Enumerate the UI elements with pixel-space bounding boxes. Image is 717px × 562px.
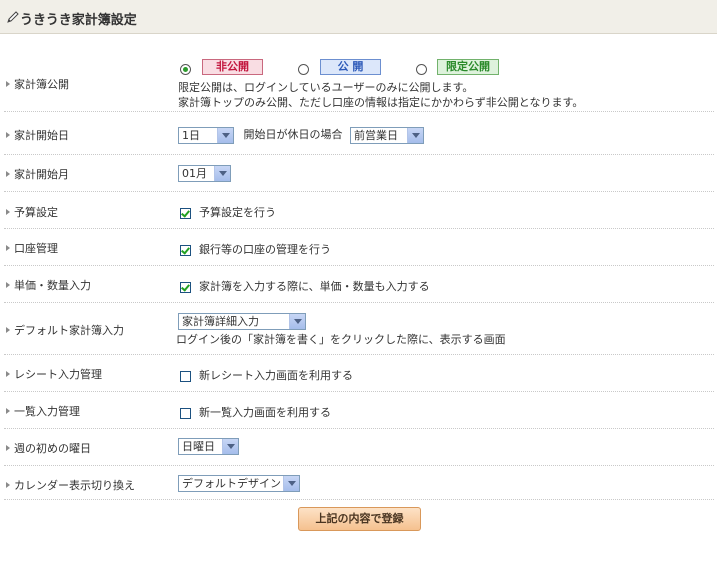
account-label: 口座管理 xyxy=(6,240,58,256)
unit-price-label: 単価・数量入力 xyxy=(6,277,91,293)
triangle-bullet-icon xyxy=(6,81,10,87)
receipt-checkbox-label: 新レシート入力画面を利用する xyxy=(199,369,353,382)
unit-price-row: 単価・数量入力 家計簿を入力する際に、単価・数量も入力する xyxy=(4,266,714,303)
triangle-bullet-icon xyxy=(6,282,10,288)
calendar-select[interactable]: デフォルトデザイン xyxy=(178,475,300,492)
triangle-bullet-icon xyxy=(6,171,10,177)
start-day-select[interactable]: 1日 xyxy=(178,126,234,144)
triangle-bullet-icon xyxy=(6,245,10,251)
chevron-down-icon xyxy=(214,166,230,181)
receipt-label: レシート入力管理 xyxy=(6,366,102,382)
list-input-checkbox[interactable] xyxy=(180,407,191,419)
badge-private[interactable]: 非公開 xyxy=(202,59,263,75)
list-input-row: 一覧入力管理 新一覧入力画面を利用する xyxy=(4,392,714,429)
budget-label: 予算設定 xyxy=(6,204,58,220)
publish-label: 家計簿公開 xyxy=(6,76,69,92)
chevron-down-icon xyxy=(222,439,238,454)
unit-price-checkbox-label: 家計簿を入力する際に、単価・数量も入力する xyxy=(199,280,430,293)
receipt-row: レシート入力管理 新レシート入力画面を利用する xyxy=(4,355,714,392)
account-row: 口座管理 銀行等の口座の管理を行う xyxy=(4,229,714,266)
default-input-description: ログイン後の「家計簿を書く」をクリックした際に、表示する画面 xyxy=(176,333,506,346)
triangle-bullet-icon xyxy=(6,482,10,488)
account-checkbox-label: 銀行等の口座の管理を行う xyxy=(199,243,331,256)
submit-button[interactable]: 上記の内容で登録 xyxy=(298,507,421,531)
unit-price-checkbox[interactable] xyxy=(180,281,191,293)
week-start-row: 週の初めの曜日 日曜日 xyxy=(4,429,714,466)
account-checkbox[interactable] xyxy=(180,244,191,256)
chevron-down-icon xyxy=(217,127,233,143)
chevron-down-icon xyxy=(283,476,299,491)
start-month-row: 家計開始月 01月 xyxy=(4,155,714,192)
radio-public[interactable] xyxy=(298,64,309,75)
list-input-label: 一覧入力管理 xyxy=(6,403,80,419)
holiday-select[interactable]: 前営業日 xyxy=(350,126,424,144)
publish-description-2: 家計簿トップのみ公開、ただし口座の情報は指定にかかわらず非公開となります。 xyxy=(178,96,584,109)
start-day-row: 家計開始日 1日 開始日が休日の場合 前営業日 xyxy=(4,112,714,155)
radio-limited[interactable] xyxy=(416,64,427,75)
badge-public[interactable]: 公 開 xyxy=(320,59,381,75)
start-day-controls: 1日 開始日が休日の場合 前営業日 xyxy=(178,126,424,144)
budget-checkbox[interactable] xyxy=(180,207,191,219)
week-start-select[interactable]: 日曜日 xyxy=(178,438,239,455)
receipt-checkbox[interactable] xyxy=(180,370,191,382)
start-day-label: 家計開始日 xyxy=(6,127,69,143)
triangle-bullet-icon xyxy=(6,371,10,377)
start-month-label: 家計開始月 xyxy=(6,166,69,182)
holiday-label: 開始日が休日の場合 xyxy=(243,128,343,141)
default-input-label: デフォルト家計簿入力 xyxy=(6,322,124,338)
default-input-row: デフォルト家計簿入力 家計簿詳細入力 ログイン後の「家計簿を書く」をクリックした… xyxy=(4,303,714,355)
triangle-bullet-icon xyxy=(6,209,10,215)
triangle-bullet-icon xyxy=(6,408,10,414)
triangle-bullet-icon xyxy=(6,132,10,138)
start-month-select[interactable]: 01月 xyxy=(178,165,231,182)
pencil-icon xyxy=(7,11,19,23)
settings-header: うきうき家計簿設定 xyxy=(0,0,717,34)
week-start-label: 週の初めの曜日 xyxy=(6,440,91,456)
badge-limited[interactable]: 限定公開 xyxy=(437,59,499,75)
budget-row: 予算設定 予算設定を行う xyxy=(4,192,714,229)
radio-private[interactable] xyxy=(180,64,191,75)
publish-description-1: 限定公開は、ログインしているユーザーのみに公開します。 xyxy=(178,81,474,94)
chevron-down-icon xyxy=(407,127,423,143)
chevron-down-icon xyxy=(289,314,305,329)
calendar-label: カレンダー表示切り換え xyxy=(6,477,135,493)
default-input-select[interactable]: 家計簿詳細入力 xyxy=(178,313,306,330)
calendar-row: カレンダー表示切り換え デフォルトデザイン xyxy=(4,466,714,500)
page-title: うきうき家計簿設定 xyxy=(20,13,137,28)
triangle-bullet-icon xyxy=(6,327,10,333)
list-input-checkbox-label: 新一覧入力画面を利用する xyxy=(199,406,331,419)
triangle-bullet-icon xyxy=(6,445,10,451)
budget-checkbox-label: 予算設定を行う xyxy=(199,206,276,219)
